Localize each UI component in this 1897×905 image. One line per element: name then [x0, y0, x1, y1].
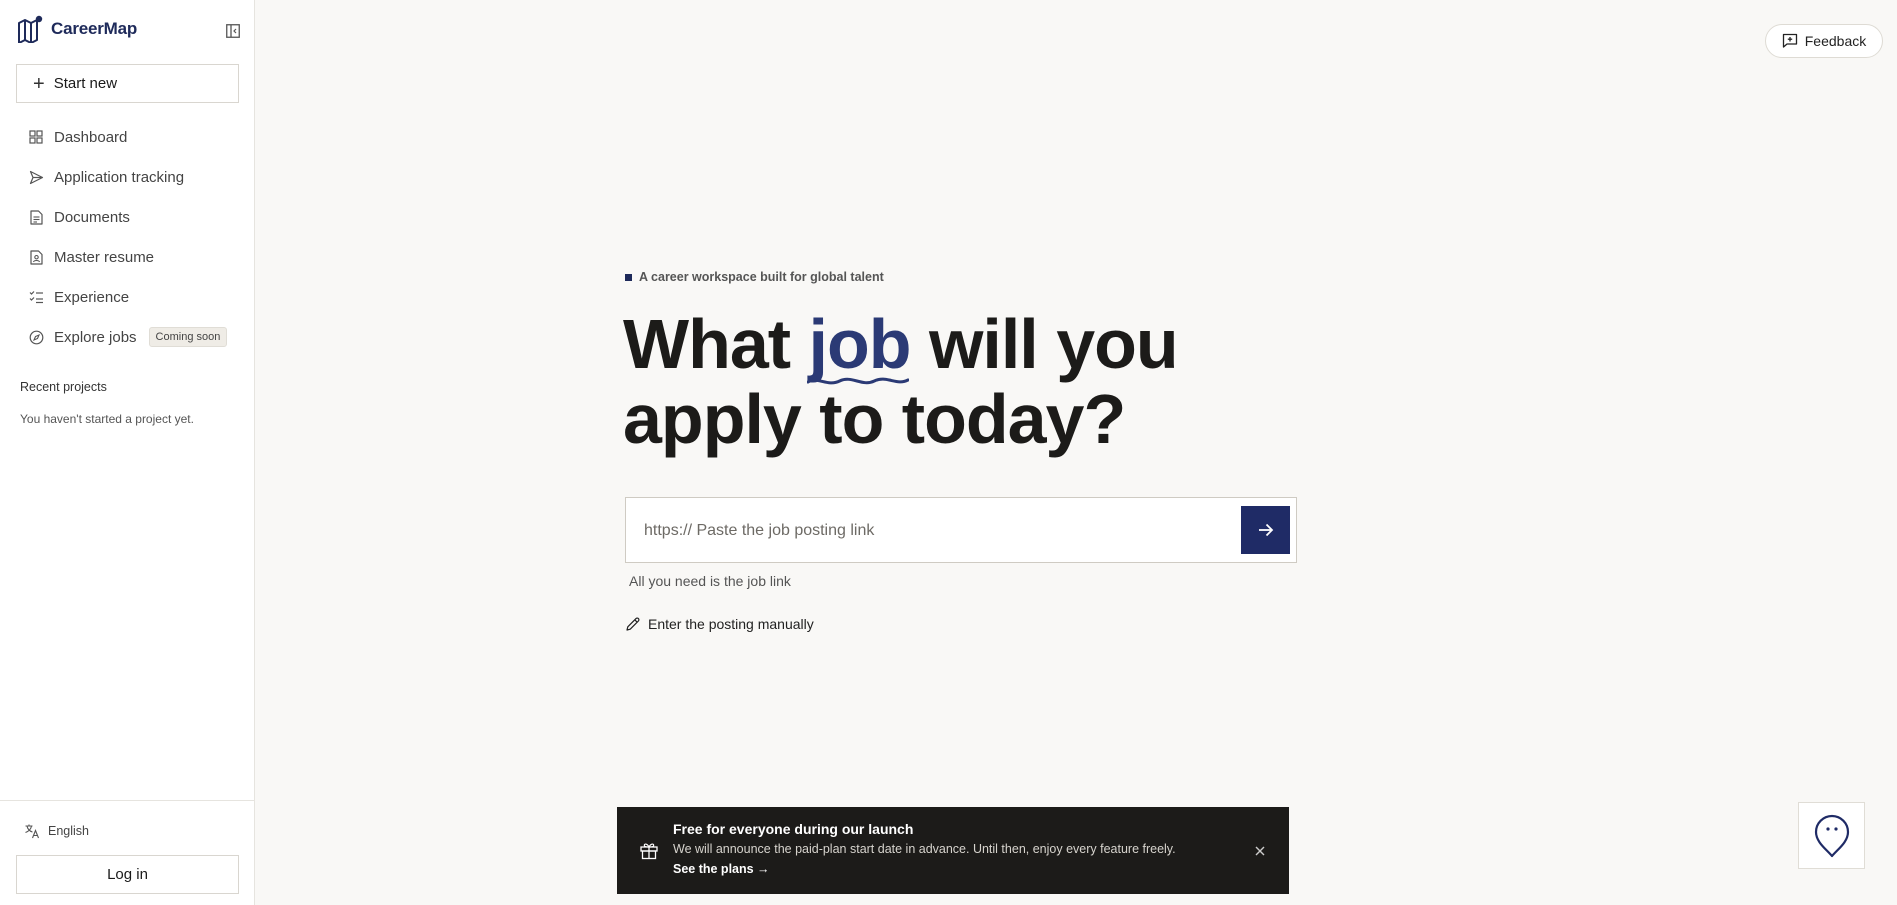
input-hint: All you need is the job link: [629, 573, 791, 589]
language-label: English: [48, 824, 89, 838]
launch-banner: Free for everyone during our launch We w…: [617, 807, 1289, 894]
sidebar-item-master-resume[interactable]: Master resume: [0, 237, 255, 277]
plus-icon: +: [33, 72, 45, 95]
resume-icon: [28, 249, 44, 265]
headline-part: apply to today?: [623, 380, 1126, 458]
gift-icon: [639, 840, 659, 860]
sidebar-item-label: Documents: [54, 208, 130, 226]
sidebar-item-documents[interactable]: Documents: [0, 197, 255, 237]
sidebar-item-label: Experience: [54, 288, 130, 306]
document-icon: [28, 209, 44, 225]
headline-part: What: [623, 305, 809, 383]
eyebrow-text: A career workspace built for global tale…: [639, 270, 884, 284]
chat-pin-icon: [1814, 814, 1849, 857]
recent-projects-empty: You haven't started a project yet.: [20, 412, 194, 426]
chat-widget-button[interactable]: [1798, 802, 1865, 869]
banner-body: We will announce the paid-plan start dat…: [673, 842, 1176, 856]
sidebar-item-label: Master resume: [54, 248, 155, 266]
headline-highlight: job: [806, 305, 912, 385]
submit-link-button[interactable]: [1241, 506, 1290, 554]
sidebar-nav: Dashboard Application tracking Documents…: [0, 117, 255, 357]
job-link-form: [625, 497, 1297, 563]
eyebrow-tagline: A career workspace built for global tale…: [625, 270, 884, 284]
enter-manually-label: Enter the posting manually: [648, 616, 814, 632]
send-icon: [28, 169, 44, 185]
sidebar-footer: English Log in: [0, 800, 255, 905]
brand-name: CareerMap: [51, 19, 138, 38]
sidebar-toggle-icon: [226, 24, 240, 38]
brand[interactable]: CareerMap: [17, 15, 138, 44]
start-new-button[interactable]: + Start new: [16, 64, 239, 103]
checklist-icon: [28, 289, 44, 305]
sidebar-item-label: Application tracking: [54, 168, 185, 186]
page-title: What job will you apply to today?: [623, 307, 1323, 457]
dashboard-icon: [28, 129, 44, 145]
banner-title: Free for everyone during our launch: [673, 821, 914, 837]
translate-icon: [24, 823, 40, 839]
start-new-label: Start new: [53, 75, 118, 92]
recent-projects-title: Recent projects: [20, 380, 107, 394]
sidebar-item-label: Dashboard: [54, 128, 128, 146]
coming-soon-badge: Coming soon: [148, 327, 228, 347]
language-selector[interactable]: English: [24, 823, 89, 839]
sidebar-item-experience[interactable]: Experience: [0, 277, 255, 317]
job-link-input[interactable]: [644, 516, 1204, 546]
see-plans-link[interactable]: See the plans →: [673, 862, 770, 876]
sidebar-item-label: Explore jobs: [54, 328, 137, 346]
sidebar: CareerMap + Start new Dashboard Applicat…: [0, 0, 255, 905]
map-logo-icon: [17, 15, 43, 44]
enter-manually-link[interactable]: Enter the posting manually: [625, 616, 814, 632]
arrow-right-icon: [1258, 523, 1273, 537]
compass-icon: [28, 329, 44, 345]
headline-highlight-text: job: [808, 305, 912, 383]
headline-part: will you: [910, 305, 1179, 383]
sidebar-item-explore-jobs[interactable]: Explore jobs Coming soon: [0, 317, 255, 357]
feedback-button[interactable]: Feedback: [1765, 24, 1883, 58]
square-bullet-icon: [625, 273, 632, 281]
pencil-icon: [625, 616, 641, 632]
feedback-icon: [1782, 33, 1798, 49]
sidebar-item-application-tracking[interactable]: Application tracking: [0, 157, 255, 197]
close-icon[interactable]: [1253, 844, 1267, 858]
sidebar-collapse-button[interactable]: [224, 22, 242, 40]
login-button[interactable]: Log in: [16, 855, 239, 894]
squiggle-underline-icon: [806, 377, 909, 385]
sidebar-item-dashboard[interactable]: Dashboard: [0, 117, 255, 157]
app-root: CareerMap + Start new Dashboard Applicat…: [0, 0, 1897, 905]
feedback-label: Feedback: [1804, 33, 1867, 49]
